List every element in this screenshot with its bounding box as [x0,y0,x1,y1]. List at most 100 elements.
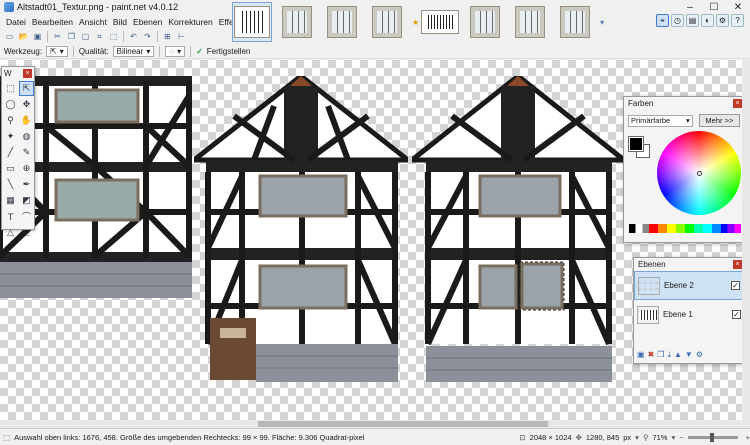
layer-visibility-checkbox[interactable]: ✓ [732,310,741,319]
ruler-icon[interactable]: ⊢ [176,31,187,42]
add-layer-icon[interactable]: ▣ [637,350,645,360]
line-icon[interactable]: ╲ [3,177,18,192]
menu-ebenen[interactable]: Ebenen [131,17,164,27]
close-icon[interactable]: × [23,69,32,78]
layer-thumbnail [637,305,659,324]
shapes-icon-2[interactable]: □ [19,225,34,240]
image-thumb-5[interactable] [420,2,460,42]
tool-grid: ⬚ ⇱ ◯ ✥ ⚲ ✋ ✦ ◍ ╱ ✎ ▭ ⊕ ╲ ✒ ▦ ◩ T ⌒ △ □ [2,80,34,241]
colors-window-icon[interactable]: ◐ [701,14,714,27]
main-toolbar: ▭ 📂 ▣ ✂ ❐ ▢ ⌗ ⬚ ↶ ↷ ⊞ ⊢ [0,29,230,44]
zoom-out-icon[interactable]: − [679,433,683,442]
bucket-icon[interactable]: ◍ [19,129,34,144]
eraser-icon[interactable]: ▭ [3,161,18,176]
text-icon[interactable]: T [3,209,18,224]
pencil-icon[interactable]: ✎ [19,145,34,160]
image-thumb-4[interactable] [367,2,407,42]
move-icon[interactable]: ✥ [19,97,34,112]
pan-icon[interactable]: ✋ [19,113,34,128]
menu-datei[interactable]: Datei [4,17,28,27]
tools-window-icon[interactable]: ⌖ [656,14,669,27]
clone-stamp-icon[interactable]: ⊕ [19,161,34,176]
color-palette-bar[interactable] [629,224,741,233]
image-thumb-2[interactable] [277,2,317,42]
chevron-down-icon: ▾ [686,116,690,125]
menu-ansicht[interactable]: Ansicht [77,17,109,27]
close-icon[interactable]: × [733,260,742,269]
cut-icon[interactable]: ✂ [52,31,63,42]
status-bar: ⬚ Auswahl oben links: 1676, 458. Größe d… [0,428,750,445]
tool-selector[interactable]: ⇱ ▾ [46,46,68,57]
color-mode-select[interactable]: Primärfarbe ▾ [628,114,693,127]
close-button[interactable]: ✕ [726,0,750,14]
image-thumb-6[interactable] [465,2,505,42]
chevron-down-icon[interactable]: ▾ [600,18,604,27]
copy-icon[interactable]: ❐ [66,31,77,42]
settings-icon[interactable]: ⚙ [716,14,729,27]
zoom-level[interactable]: 71% [652,433,667,442]
paint-net-window: Altstadt01_Textur.png - paint.net v4.0.1… [0,0,750,445]
grid-icon[interactable]: ⊞ [162,31,173,42]
layer-visibility-checkbox[interactable]: ✓ [731,281,740,290]
layers-window-icon[interactable]: ▤ [686,14,699,27]
primary-color-swatch[interactable] [628,136,644,152]
delete-layer-icon[interactable]: ✖ [648,350,655,360]
magic-wand-icon[interactable]: ✦ [3,129,18,144]
brush-icon[interactable]: ╱ [3,145,18,160]
selection-mode-select[interactable]: ◌ ▾ [165,46,186,57]
maximize-button[interactable]: ☐ [702,0,726,14]
lasso-icon[interactable]: ◯ [3,97,18,112]
undo-icon[interactable]: ↶ [128,31,139,42]
horizontal-scroll-thumb[interactable] [258,421,548,427]
rectangle-select-icon[interactable]: ⬚ [3,81,18,96]
duplicate-layer-icon[interactable]: ❐ [657,350,664,360]
menu-bar: Datei Bearbeiten Ansicht Bild Ebenen Kor… [0,14,247,29]
new-file-icon[interactable]: ▭ [4,31,15,42]
layer-properties-icon[interactable]: ⚙ [696,350,703,360]
image-thumb-8[interactable] [555,2,595,42]
line-curve-icon[interactable]: ⌒ [19,209,34,224]
minimize-button[interactable]: – [678,0,702,14]
paste-icon[interactable]: ▢ [80,31,91,42]
more-button[interactable]: Mehr >> [698,114,740,127]
chevron-down-icon[interactable]: ▾ [671,433,675,442]
zoom-slider[interactable] [687,432,738,442]
image-thumb-1[interactable] [232,2,272,42]
horizontal-scrollbar[interactable] [0,420,750,428]
zoom-in-icon[interactable]: + [746,433,750,442]
crop-icon[interactable]: ⌗ [94,31,105,42]
zoom-icon[interactable]: ⚲ [3,113,18,128]
gradient-icon[interactable]: ▦ [3,193,18,208]
move-selection-icon[interactable]: ⇱ [19,81,34,96]
vertical-scrollbar[interactable] [742,60,750,420]
unit-select[interactable]: px [623,433,631,442]
move-layer-up-icon[interactable]: ▲ [674,350,682,360]
layer-row[interactable]: Ebene 2 ✓ [634,271,744,300]
merge-layer-icon[interactable]: ⤓ [667,350,671,360]
redo-icon[interactable]: ↷ [142,31,153,42]
deselect-icon[interactable]: ⬚ [108,31,119,42]
chevron-down-icon[interactable]: ▾ [635,433,639,442]
recolor-icon[interactable]: ◩ [19,193,34,208]
color-wheel-cursor[interactable] [697,171,702,176]
image-thumb-7[interactable] [510,2,550,42]
close-icon[interactable]: × [733,99,742,108]
help-icon[interactable]: ? [731,14,744,27]
menu-bearbeiten[interactable]: Bearbeiten [30,17,75,27]
shapes-icon[interactable]: △ [3,225,18,240]
quality-select[interactable]: Bilinear ▾ [112,46,155,57]
finish-button[interactable]: Fertigstellen [207,47,251,56]
color-picker-icon[interactable]: ✒ [19,177,34,192]
open-file-icon[interactable]: 📂 [18,31,29,42]
menu-korrekturen[interactable]: Korrekturen [166,17,214,27]
open-images-strip: ★ ▾ [232,0,604,44]
save-icon[interactable]: ▣ [32,31,43,42]
app-icon [4,2,14,12]
layer-row[interactable]: Ebene 1 ✓ [634,300,744,329]
menu-bild[interactable]: Bild [111,17,129,27]
history-window-icon[interactable]: ◷ [671,14,684,27]
layer-name: Ebene 2 [664,281,694,290]
image-thumb-3[interactable] [322,2,362,42]
layer-name: Ebene 1 [663,310,693,319]
move-layer-down-icon[interactable]: ▼ [685,350,693,360]
